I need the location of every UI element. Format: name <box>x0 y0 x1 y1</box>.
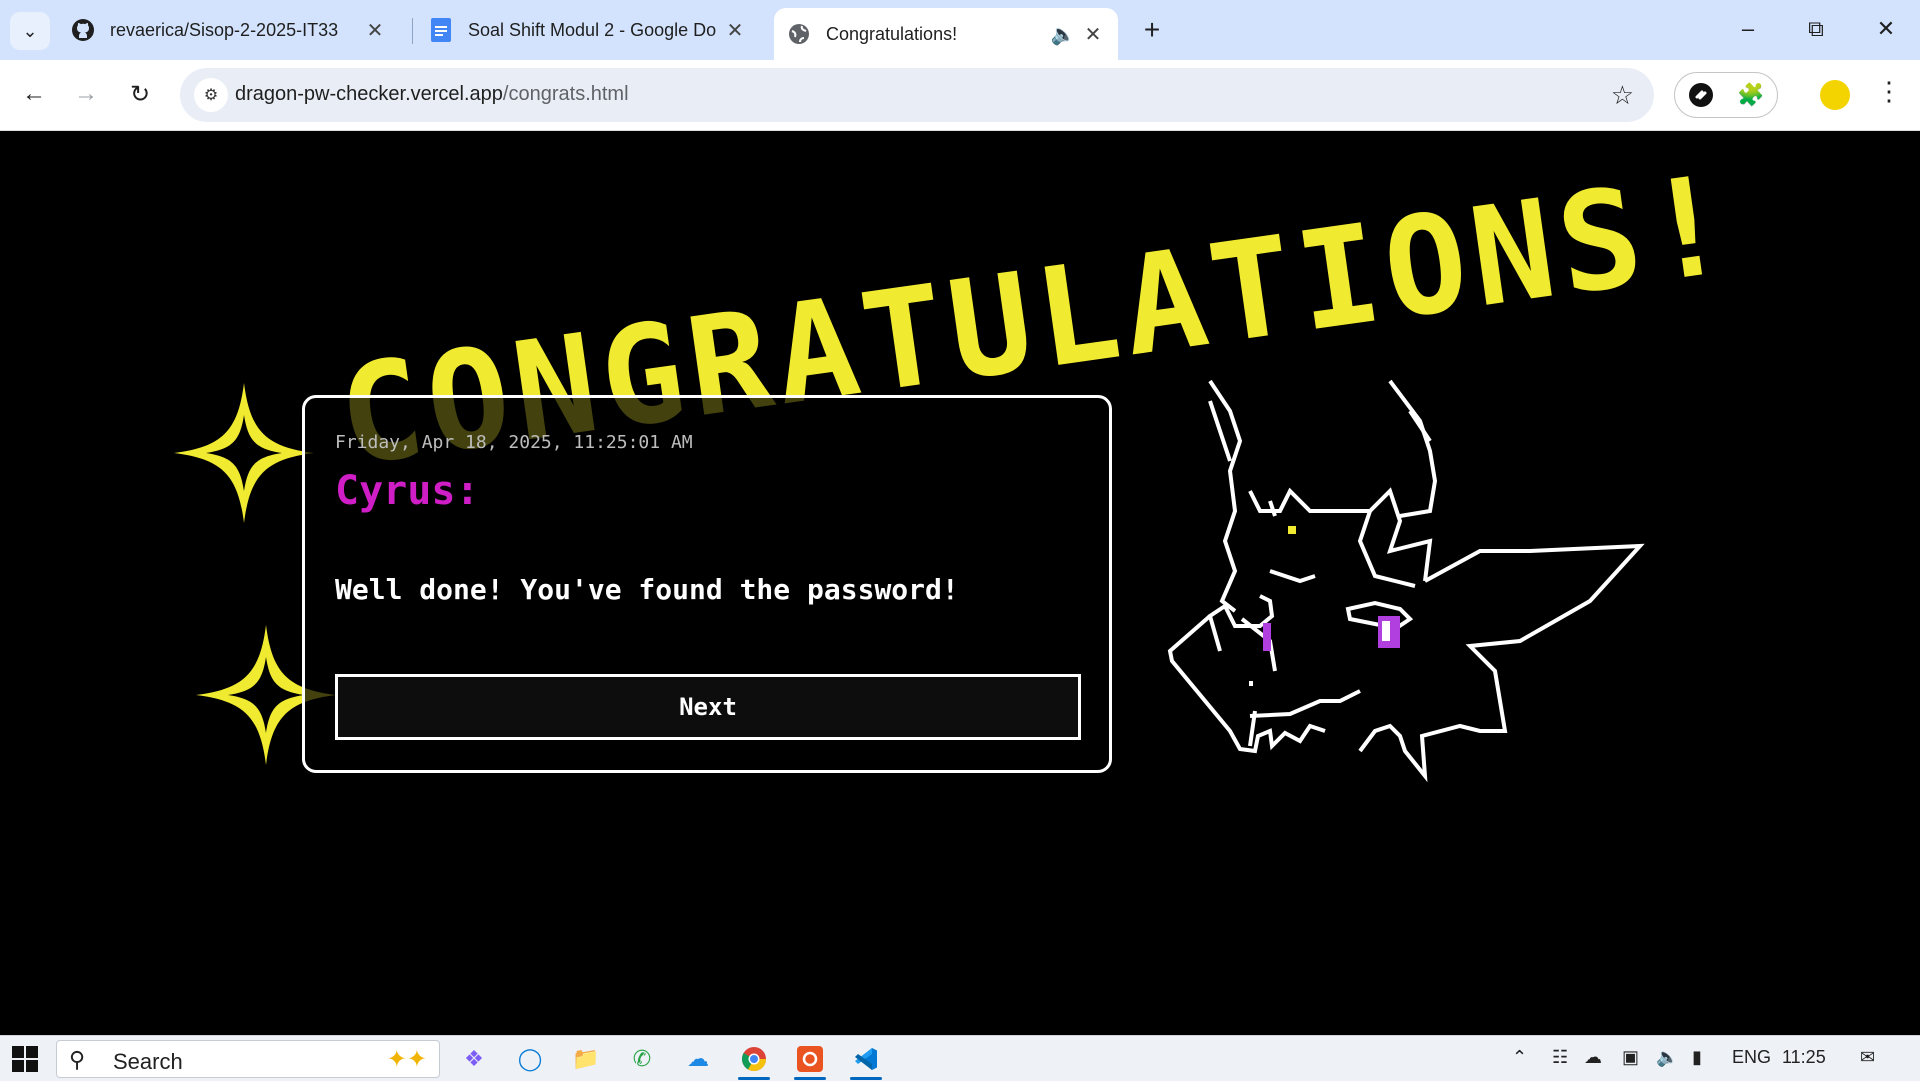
menu-kebab-icon[interactable]: ⋮ <box>1876 76 1902 107</box>
wifi-icon[interactable]: ☷ <box>1552 1047 1568 1068</box>
close-icon[interactable]: ✕ <box>722 17 748 43</box>
clock[interactable]: 11:25 <box>1782 1047 1826 1068</box>
close-window-button[interactable]: ✕ <box>1856 8 1916 50</box>
url-path: /congrats.html <box>502 83 629 105</box>
copilot-icon[interactable]: ❖ <box>454 1040 494 1078</box>
file-explorer-icon[interactable]: 📁 <box>566 1040 606 1078</box>
ubuntu-icon[interactable] <box>790 1040 830 1080</box>
tab-title: revaerica/Sisop-2-2025-IT33 <box>110 19 339 40</box>
bookmark-star-icon[interactable]: ☆ <box>1611 80 1634 111</box>
page-content: CONGRATULATIONS! Friday, Apr 18, 2025, 1… <box>0 131 1920 1035</box>
github-icon <box>70 17 96 43</box>
display-icon[interactable]: ▣ <box>1622 1047 1639 1068</box>
minimize-button[interactable]: – <box>1718 8 1778 50</box>
volume-icon[interactable]: 🔈 <box>1656 1047 1678 1068</box>
dragon-illustration <box>1167 379 1645 783</box>
tab-google-docs[interactable]: Soal Shift Modul 2 - Google Do ✕ <box>416 8 760 52</box>
dialog-timestamp: Friday, Apr 18, 2025, 11:25:01 AM <box>335 432 693 453</box>
tab-github[interactable]: revaerica/Sisop-2-2025-IT33 ✕ <box>58 8 400 52</box>
globe-icon <box>786 21 812 47</box>
battery-icon[interactable]: ▮ <box>1692 1047 1702 1068</box>
windows-start-icon[interactable] <box>12 1046 38 1072</box>
url-host: dragon-pw-checker.vercel.app <box>235 83 503 105</box>
profile-avatar[interactable] <box>1820 80 1850 110</box>
tab-search-button[interactable]: ⌄ <box>10 12 50 50</box>
close-icon[interactable]: ✕ <box>1080 21 1106 47</box>
back-button[interactable]: ← <box>14 74 54 114</box>
address-bar[interactable]: ⚙ dragon-pw-checker.vercel.app/congrats.… <box>180 68 1654 122</box>
chrome-icon[interactable] <box>734 1040 774 1080</box>
chevron-up-icon[interactable]: ⌃ <box>1512 1047 1527 1068</box>
dialog-message: Well done! You've found the password! <box>335 573 959 606</box>
cloud-icon[interactable]: ☁ <box>1584 1047 1602 1068</box>
search-label: Search <box>113 1049 183 1074</box>
close-icon[interactable]: ✕ <box>362 17 388 43</box>
taskbar-search[interactable]: ⚲ Search ✦✦ <box>56 1040 440 1078</box>
new-tab-button[interactable]: + <box>1138 14 1166 46</box>
windows-taskbar: ⚲ Search ✦✦ ❖ ◯ 📁 ✆ ☁ ⌃ ☷ ☁ ▣ 🔈 ▮ ENG 11… <box>0 1035 1920 1081</box>
sparkle-icon <box>174 383 314 523</box>
extensions-puzzle-icon[interactable]: 🧩 <box>1737 81 1765 109</box>
copilot-sparkle-icon: ✦✦ <box>386 1046 427 1073</box>
speaker-icon[interactable]: 🔈 <box>1050 21 1076 47</box>
next-button[interactable]: Next <box>335 674 1081 740</box>
forward-button[interactable]: → <box>66 74 106 114</box>
tab-separator <box>412 18 413 44</box>
speaker-name: Cyrus: <box>335 468 480 514</box>
onedrive-icon[interactable]: ☁ <box>678 1040 718 1078</box>
tab-strip: ⌄ revaerica/Sisop-2-2025-IT33 ✕ Soal Shi… <box>0 0 1920 60</box>
search-icon: ⚲ <box>69 1047 86 1072</box>
url-text[interactable]: dragon-pw-checker.vercel.app/congrats.ht… <box>235 83 629 106</box>
site-info-icon[interactable]: ⚙ <box>194 78 228 112</box>
extensions-group: 🧩 <box>1674 72 1778 118</box>
browser-toolbar: ← → ↻ ⚙ dragon-pw-checker.vercel.app/con… <box>0 60 1920 131</box>
google-docs-icon <box>428 17 454 43</box>
language-indicator[interactable]: ENG <box>1732 1047 1771 1068</box>
restore-button[interactable]: ⧉ <box>1786 8 1846 50</box>
tab-title: Congratulations! <box>826 23 958 44</box>
edge-icon[interactable]: ◯ <box>510 1040 550 1078</box>
vscode-icon[interactable] <box>846 1040 886 1080</box>
extension-shazam-icon[interactable] <box>1687 81 1715 109</box>
notification-icon[interactable]: ✉ <box>1860 1047 1875 1068</box>
dialog-box: Friday, Apr 18, 2025, 11:25:01 AM Cyrus:… <box>302 395 1112 773</box>
whatsapp-icon[interactable]: ✆ <box>622 1040 662 1078</box>
chevron-down-icon: ⌄ <box>22 20 38 41</box>
reload-button[interactable]: ↻ <box>120 74 160 114</box>
tab-congratulations[interactable]: Congratulations! 🔈 ✕ <box>774 8 1118 60</box>
tab-title: Soal Shift Modul 2 - Google Do <box>468 19 717 40</box>
